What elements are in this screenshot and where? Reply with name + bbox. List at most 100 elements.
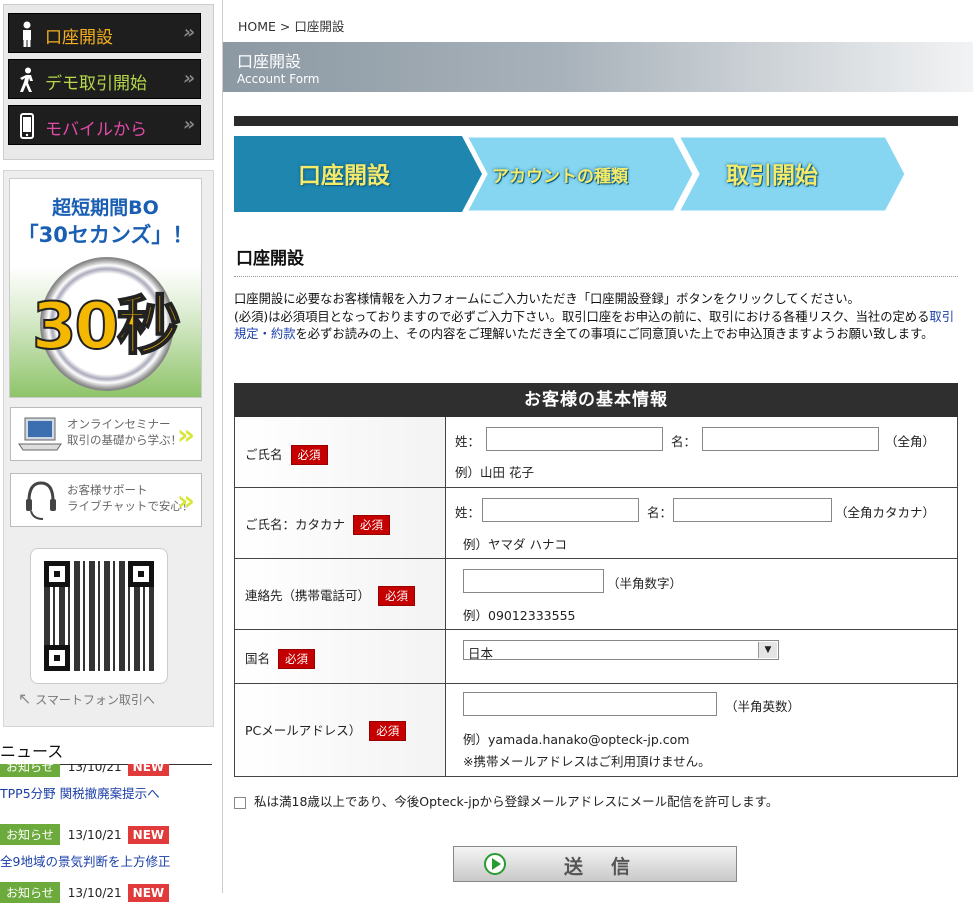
chevron-right-icon: » xyxy=(176,484,195,517)
step-label-3: 取引開始 xyxy=(726,163,818,189)
page-title-bar: 口座開設 Account Form xyxy=(223,42,973,92)
news-tag: お知らせ xyxy=(0,764,60,777)
online-seminar-banner[interactable]: オンラインセミナー 取引の基礎から学ぶ！ » xyxy=(10,407,202,461)
news-heading: ニュース xyxy=(0,738,212,765)
bo-30-seconds-banner[interactable]: 超短期間BO 「30セカンズ」！ 30秒 xyxy=(9,178,202,398)
required-badge: 必須 xyxy=(290,445,328,465)
step-label-2: アカウントの種類 xyxy=(492,167,628,187)
double-chevron-icon: » xyxy=(183,22,195,43)
required-badge: 必須 xyxy=(278,649,316,669)
mobile-phone-icon xyxy=(20,113,34,139)
double-chevron-icon: » xyxy=(183,68,195,89)
nav-open-account-button[interactable]: 口座開設 » xyxy=(8,13,201,53)
field-note: （半角数字） xyxy=(607,576,683,591)
news-item[interactable]: お知らせ 13/10/21 NEW TPP5分野 関税撤廃案提示へ xyxy=(0,764,212,804)
field-label-cell: 国名 必須 xyxy=(235,630,446,683)
person-icon xyxy=(23,21,31,47)
required-badge: 必須 xyxy=(369,721,407,741)
last-name-kana-input[interactable] xyxy=(482,498,639,522)
double-chevron-icon: » xyxy=(183,114,195,135)
progress-steps: 口座開設 アカウントの種類 取引開始 xyxy=(234,136,914,212)
intro-line: を必ずお読みの上、その内容をご理解いただき全ての事項にご同意頂いた上でお申込頂き… xyxy=(295,327,934,341)
field-warning: ※携帯メールアドレスはご利用頂けません。 xyxy=(463,754,711,769)
nav-mobile-button[interactable]: モバイルから » xyxy=(8,105,201,145)
intro-line: 口座開設に必要なお客様情報を入力フォームにご入力いただき「口座開設登録」ボタンを… xyxy=(234,292,860,306)
new-badge: NEW xyxy=(127,884,170,902)
qr-marker xyxy=(128,561,154,587)
field-label-cell: PCメールアドレス） 必須 xyxy=(235,684,446,776)
sei-label: 姓： xyxy=(455,434,481,449)
mei-label: 名： xyxy=(671,434,697,449)
qr-code-card[interactable] xyxy=(30,548,168,684)
banner-line: 取引の基礎から学ぶ！ xyxy=(67,433,182,447)
chevron-down-icon: ▼ xyxy=(758,642,777,658)
first-name-input[interactable] xyxy=(702,427,879,451)
submit-button[interactable]: 送信 xyxy=(453,846,737,882)
left-sidebar: 口座開設 » デモ取引開始 » モバイルから » 超短期間BO 「30セカンズ」… xyxy=(0,0,214,903)
main-content: HOME > 口座開設 口座開設 Account Form 口座開設 アカウント… xyxy=(222,0,973,893)
news-link[interactable]: TPP5分野 関税撤廃案提示へ xyxy=(0,783,212,802)
field-label-cell: ご氏名：カタカナ 必須 xyxy=(235,488,446,558)
field-label: 国名 xyxy=(245,651,271,666)
form-row-phone: 連絡先（携帯電話可） 必須 （半角数字） 例）09012333555 xyxy=(234,559,958,630)
intro-text: 口座開設に必要なお客様情報を入力フォームにご入力いただき「口座開設登録」ボタンを… xyxy=(234,291,964,344)
first-name-kana-input[interactable] xyxy=(673,498,832,522)
nav-label: モバイルから xyxy=(45,120,147,140)
page-subtitle: Account Form xyxy=(237,72,320,86)
field-example: 例）山田 花子 xyxy=(455,465,534,480)
divider xyxy=(234,116,958,126)
intro-line: (必須)は必須項目となっておりますので必ずご入力下さい。取引口座をお申込の前に、… xyxy=(234,309,930,324)
curved-arrow-icon: ↖ xyxy=(18,689,32,708)
news-date: 13/10/21 xyxy=(67,886,122,900)
field-label-cell: ご氏名 必須 xyxy=(235,417,446,487)
section-title: 口座開設 xyxy=(236,249,304,269)
field-example: 例）ヤマダ ハナコ xyxy=(463,537,567,552)
headset-icon xyxy=(26,481,56,520)
submit-label: 送信 xyxy=(564,856,659,878)
required-badge: 必須 xyxy=(378,586,416,606)
agree-checkbox[interactable] xyxy=(234,796,246,809)
field-label: 連絡先（携帯電話可） xyxy=(245,588,371,603)
field-example: 例）yamada.hanako@opteck-jp.com xyxy=(463,732,690,747)
form-row-kana: ご氏名：カタカナ 必須 姓： 名： （全角カタカナ） 例）ヤマダ ハナコ xyxy=(234,488,958,559)
breadcrumb[interactable]: HOME > 口座開設 xyxy=(238,16,344,35)
field-label: PCメールアドレス） xyxy=(245,723,362,738)
field-label: ご氏名 xyxy=(245,447,283,462)
laptop-icon xyxy=(18,417,62,451)
field-label: ご氏名：カタカナ xyxy=(245,517,346,532)
field-label-cell: 連絡先（携帯電話可） 必須 xyxy=(235,559,446,629)
email-input[interactable] xyxy=(463,692,717,716)
dotted-divider xyxy=(234,276,958,277)
nav-demo-button[interactable]: デモ取引開始 » xyxy=(8,59,201,99)
news-item[interactable]: お知らせ 13/10/21 NEW 全9地域の景気判断を上方修正 xyxy=(0,824,212,870)
new-badge: NEW xyxy=(127,826,170,844)
last-name-input[interactable] xyxy=(486,427,663,451)
news-tag: お知らせ xyxy=(0,824,60,845)
chevron-right-icon: » xyxy=(176,418,195,451)
banner-line: お客様サポート xyxy=(67,483,148,497)
sei-label: 姓： xyxy=(455,505,481,520)
smartphone-link[interactable]: ↖ スマートフォン取引へ xyxy=(18,689,155,708)
form-row-country: 国名 必須 日本 ▼ xyxy=(234,630,958,684)
banner-line: ライブチャットで安心！ xyxy=(67,499,194,513)
banner-title: 超短期間BO xyxy=(52,197,159,219)
news-date: 13/10/21 xyxy=(67,828,122,842)
phone-input[interactable] xyxy=(463,569,604,593)
form-row-email: PCメールアドレス） 必須 （半角英数） 例）yamada.hanako@opte… xyxy=(234,684,958,777)
new-badge: NEW xyxy=(127,764,170,776)
banner-line: オンラインセミナー xyxy=(67,417,171,431)
walking-icon xyxy=(20,67,33,92)
mei-label: 名： xyxy=(647,505,673,520)
banner-big-text: 30秒 xyxy=(31,289,182,365)
country-select[interactable]: 日本 ▼ xyxy=(463,640,779,661)
customer-support-banner[interactable]: お客様サポート ライブチャットで安心！ » xyxy=(10,473,202,527)
news-link[interactable]: 全9地域の景気判断を上方修正 xyxy=(0,851,212,870)
smartphone-link-label: スマートフォン取引へ xyxy=(35,693,155,707)
qr-marker xyxy=(44,645,70,671)
news-date: 13/10/21 xyxy=(67,764,122,774)
field-note: （半角英数） xyxy=(725,699,801,714)
agree-label: 私は満18歳以上であり、今後Opteck-jpから登録メールアドレスにメール配信… xyxy=(254,794,779,809)
country-selected: 日本 xyxy=(468,646,494,661)
page-title: 口座開設 xyxy=(237,52,302,71)
agree-checkbox-row[interactable]: 私は満18歳以上であり、今後Opteck-jpから登録メールアドレスにメール配信… xyxy=(234,791,778,810)
